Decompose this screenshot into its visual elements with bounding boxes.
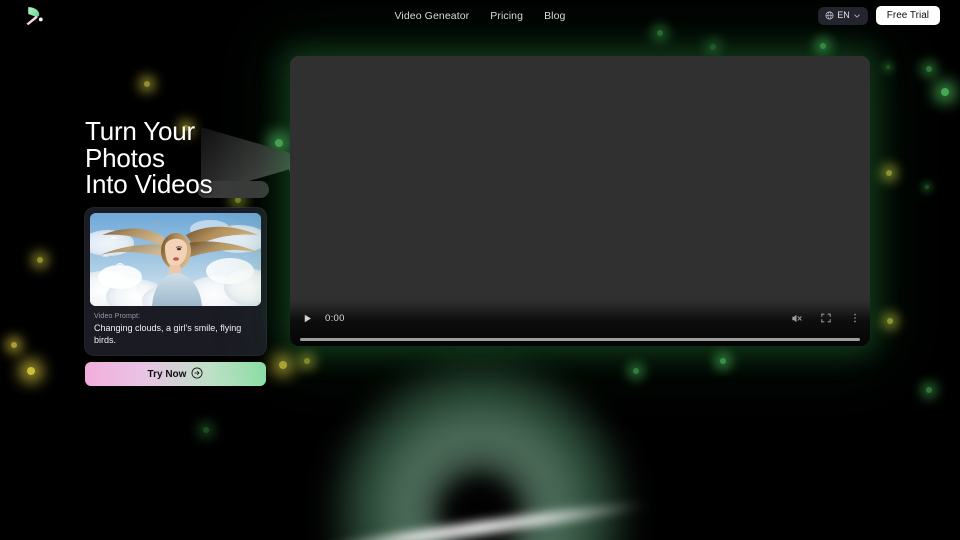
sparkle-particle: [304, 358, 310, 364]
free-trial-button[interactable]: Free Trial: [875, 6, 940, 25]
more-vertical-icon[interactable]: [848, 312, 861, 325]
sparkle-particle: [37, 257, 43, 263]
sparkle-particle: [27, 367, 35, 375]
page-title: Turn Your Photos Into Videos: [85, 116, 213, 200]
try-now-button[interactable]: Try Now: [85, 362, 266, 386]
sparkle-particle: [886, 170, 892, 176]
sparkle-particle: [710, 44, 716, 50]
sparkle-particle: [720, 358, 726, 364]
sparkle-particle: [11, 342, 17, 348]
video-player[interactable]: 0:00: [290, 56, 870, 346]
nav-link-blog[interactable]: Blog: [544, 10, 565, 22]
prompt-text: Changing clouds, a girl's smile, flying …: [94, 323, 242, 346]
sparkle-particle: [633, 368, 639, 374]
fullscreen-icon[interactable]: [819, 312, 832, 325]
sparkle-particle: [925, 185, 929, 189]
sparkle-particle: [203, 427, 209, 433]
glow-streak: [310, 498, 650, 540]
sparkle-particle: [887, 318, 893, 324]
sparkle-particle: [886, 65, 890, 69]
sparkle-particle: [235, 197, 241, 203]
main-navigation: Video Geneator Pricing Blog: [0, 0, 960, 31]
header-actions: EN Free Trial: [818, 0, 940, 31]
bottom-glow-decoration: [270, 360, 690, 540]
nav-link-video-generator[interactable]: Video Geneator: [395, 10, 470, 22]
sparkle-particle: [279, 361, 287, 369]
prompt-card: Video Prompt: Changing clouds, a girl's …: [85, 208, 266, 355]
play-icon[interactable]: [299, 310, 316, 327]
sparkle-particle: [926, 387, 932, 393]
site-header: Video Geneator Pricing Blog EN Free Tria…: [0, 0, 960, 31]
nav-link-pricing[interactable]: Pricing: [490, 10, 523, 22]
sparkle-particle: [820, 43, 826, 49]
try-now-label: Try Now: [147, 368, 187, 380]
sparkle-particle: [275, 139, 283, 147]
volume-muted-icon[interactable]: [790, 312, 803, 325]
video-time-display: 0:00: [325, 312, 345, 324]
globe-icon: [825, 7, 834, 25]
language-switcher[interactable]: EN: [818, 6, 868, 25]
glow-core: [432, 468, 528, 540]
sparkle-particle: [144, 81, 150, 87]
video-controls-right: [790, 312, 861, 325]
sparkle-particle: [941, 88, 949, 96]
video-progress-bar[interactable]: [300, 338, 860, 341]
hero-section: Turn Your Photos Into Videos: [85, 116, 309, 200]
sparkle-particle: [926, 66, 932, 72]
chevron-down-icon: [853, 7, 861, 25]
prompt-thumbnail[interactable]: [90, 213, 261, 306]
glow-halo: [330, 360, 630, 540]
language-value: EN: [837, 10, 850, 20]
prompt-label: Video Prompt:: [94, 313, 141, 320]
arrow-right-circle-icon: [191, 367, 203, 382]
